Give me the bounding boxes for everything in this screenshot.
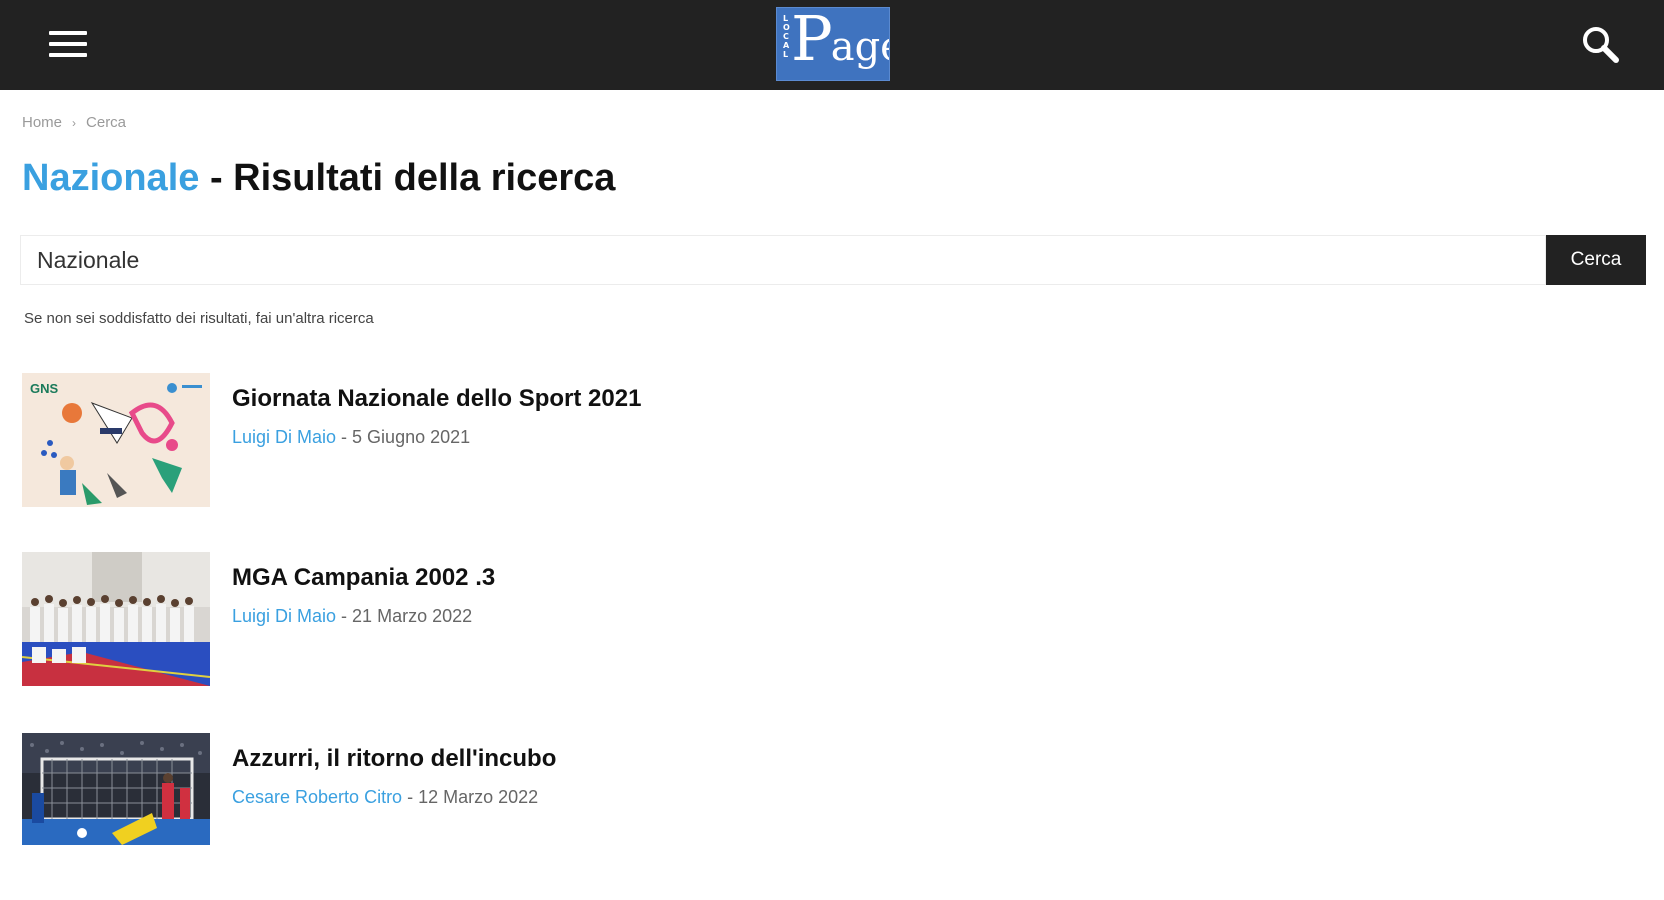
result-author[interactable]: Luigi Di Maio bbox=[232, 606, 336, 626]
top-bar: LOCAL Page bbox=[0, 0, 1664, 90]
result-date: 12 Marzo 2022 bbox=[418, 787, 539, 807]
search-input[interactable] bbox=[20, 235, 1546, 285]
search-result: Azzurri, il ritorno dell'incubo Cesare R… bbox=[22, 733, 1622, 867]
page-title-text: - Risultati della ricerca bbox=[199, 157, 616, 199]
result-separator: - bbox=[336, 606, 353, 626]
result-thumbnail[interactable] bbox=[22, 552, 210, 686]
result-thumbnail[interactable]: GNS bbox=[22, 373, 210, 507]
result-separator: - bbox=[336, 427, 353, 447]
result-date: 5 Giugno 2021 bbox=[352, 427, 471, 447]
logo-side-text: LOCAL bbox=[783, 14, 790, 59]
result-title[interactable]: Azzurri, il ritorno dell'incubo bbox=[232, 745, 556, 773]
logo-wordmark: Page bbox=[791, 7, 889, 75]
search-hint: Se non sei soddisfatto dei risultati, fa… bbox=[24, 310, 374, 327]
result-separator: - bbox=[402, 787, 419, 807]
result-meta: Luigi Di Maio - 5 Giugno 2021 bbox=[232, 427, 470, 448]
search-icon[interactable] bbox=[1576, 20, 1624, 68]
hamburger-menu-icon[interactable] bbox=[40, 22, 96, 66]
search-result: MGA Campania 2002 .3 Luigi Di Maio - 21 … bbox=[22, 552, 1622, 686]
breadcrumb-home-link[interactable]: Home bbox=[22, 114, 62, 131]
search-submit-button[interactable]: Cerca bbox=[1546, 235, 1646, 285]
result-author[interactable]: Cesare Roberto Citro bbox=[232, 787, 402, 807]
result-date: 21 Marzo 2022 bbox=[352, 606, 473, 626]
result-title[interactable]: MGA Campania 2002 .3 bbox=[232, 564, 495, 592]
breadcrumb-current[interactable]: Cerca bbox=[86, 114, 126, 131]
site-logo[interactable]: LOCAL Page bbox=[776, 7, 890, 81]
page-title: Nazionale - Risultati della ricerca bbox=[22, 157, 615, 200]
svg-text:GNS: GNS bbox=[30, 381, 59, 396]
result-author[interactable]: Luigi Di Maio bbox=[232, 427, 336, 447]
result-meta: Luigi Di Maio - 21 Marzo 2022 bbox=[232, 606, 472, 627]
breadcrumb: Home › Cerca bbox=[22, 114, 126, 131]
result-title[interactable]: Giornata Nazionale dello Sport 2021 bbox=[232, 385, 641, 413]
page-title-query: Nazionale bbox=[22, 157, 200, 199]
search-result: GNS Giornata Nazionale dello Sport 2021 … bbox=[22, 373, 1622, 507]
result-thumbnail[interactable] bbox=[22, 733, 210, 845]
result-meta: Cesare Roberto Citro - 12 Marzo 2022 bbox=[232, 787, 538, 808]
chevron-right-icon: › bbox=[72, 115, 77, 130]
